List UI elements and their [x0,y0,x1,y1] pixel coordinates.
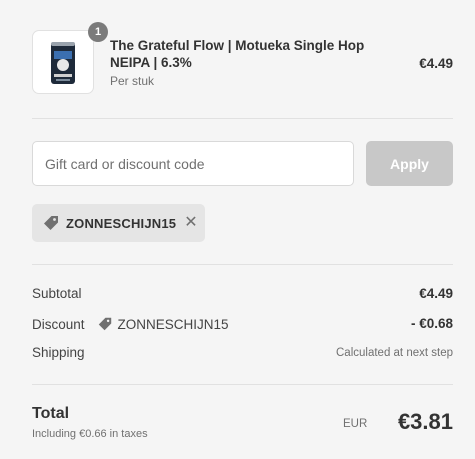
tag-icon [98,317,111,331]
divider [32,264,453,265]
tag-icon [44,216,58,230]
shipping-row: Shipping Calculated at next step [32,345,453,365]
subtotal-label: Subtotal [32,286,82,301]
product-unit: Per stuk [110,74,155,88]
total-value: €3.81 [397,409,453,434]
subtotal-value: €4.49 [419,286,453,301]
discount-row: Discount ZONNESCHIJN15 - €0.68 [32,316,453,336]
total-currency: EUR [343,418,368,430]
applied-discount-chip: ZONNESCHIJN15 ✕ [32,204,205,242]
quantity-badge: 1 [88,22,108,42]
divider [32,384,453,385]
shipping-value: Calculated at next step [336,347,453,359]
discount-value: - €0.68 [410,316,453,331]
discount-code-tag: ZONNESCHIJN15 [97,316,229,332]
product-can-image [51,42,75,84]
line-item: 1 The Grateful Flow | Motueka Single Hop… [32,22,453,102]
taxes-note: Including €0.66 in taxes [32,428,148,440]
close-icon[interactable]: ✕ [184,215,197,231]
apply-button[interactable]: Apply [366,141,453,186]
total-label: Total [32,405,70,422]
product-price: €4.49 [419,56,453,71]
discount-code-input[interactable] [32,141,354,186]
product-name: The Grateful Flow | Motueka Single Hop N… [110,38,365,70]
product-thumbnail [32,30,94,94]
discount-label: Discount [32,316,85,332]
shipping-label: Shipping [32,345,85,360]
subtotal-row: Subtotal €4.49 [32,286,453,306]
divider [32,118,453,119]
applied-discount-code: ZONNESCHIJN15 [66,215,177,231]
discount-code: ZONNESCHIJN15 [117,316,229,332]
